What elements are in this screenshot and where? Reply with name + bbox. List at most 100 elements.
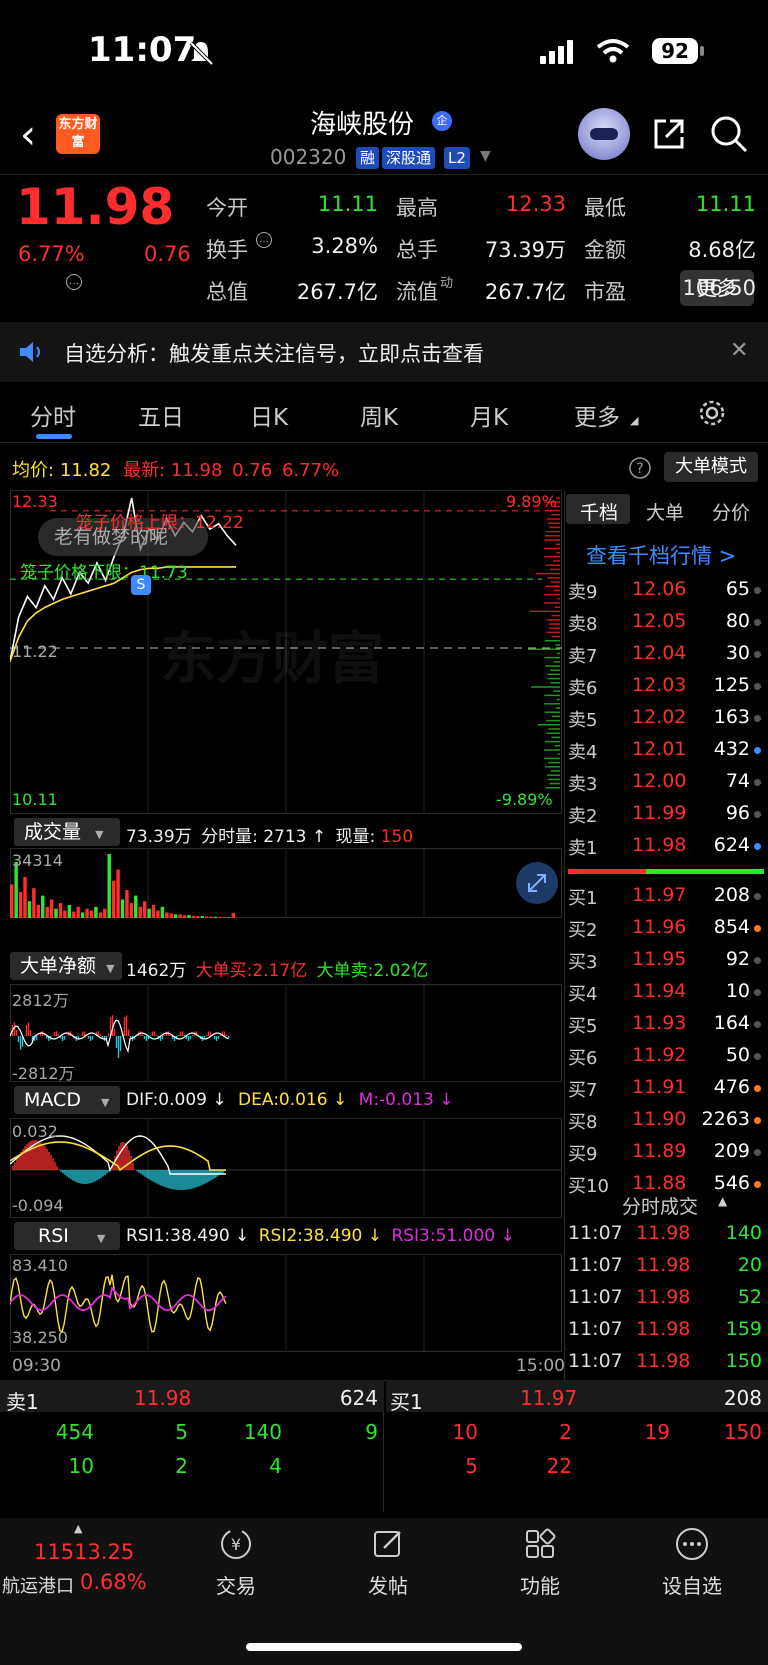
margin-tag: 融: [356, 147, 380, 169]
ob-marker-dot: [754, 747, 761, 754]
trades-title[interactable]: 分时成交: [622, 1192, 698, 1219]
tab-five-day[interactable]: 五日: [138, 398, 184, 432]
volume-bar: [204, 916, 209, 918]
rsi2: RSI2:38.490: [258, 1226, 363, 1246]
volume-bar: [178, 914, 182, 918]
ob-level-label: 买5: [568, 1016, 598, 1037]
index-value[interactable]: 11513.25: [34, 1540, 134, 1564]
tab-price-distribution[interactable]: 分价: [712, 498, 750, 525]
assistant-avatar[interactable]: [578, 108, 630, 160]
net-amount-chart[interactable]: [10, 984, 562, 1082]
macd-chart[interactable]: [10, 1118, 562, 1218]
volume-chart[interactable]: [10, 848, 562, 918]
ob-price: 11.88: [632, 1172, 687, 1194]
quote-field-value: 11.11: [317, 192, 378, 216]
signal-icon: [540, 40, 573, 64]
nav-trade[interactable]: 交易: [186, 1570, 286, 1599]
settings-gear-icon[interactable]: [696, 397, 728, 429]
macd-bottom-label: -0.094: [12, 1196, 64, 1215]
change-percent: 6.77%: [18, 242, 85, 266]
quote-field-label: 今开: [206, 196, 248, 220]
ob-price: 11.91: [632, 1076, 687, 1098]
current-volume-label: 现量:: [335, 827, 376, 847]
tab-daily-k[interactable]: 日K: [250, 398, 288, 432]
tab-intraday[interactable]: 分时: [30, 398, 76, 432]
dropdown-caret-icon[interactable]: ▼: [480, 148, 491, 164]
status-bar: 11:07 92: [0, 0, 768, 100]
ob-volume: 2263: [701, 1108, 750, 1130]
volume-bar: [125, 890, 129, 918]
nav-post[interactable]: 发帖: [338, 1570, 438, 1599]
quote-field-label: 总值: [206, 280, 248, 304]
tab-weekly-k[interactable]: 周K: [360, 398, 398, 432]
tab-monthly-k[interactable]: 月K: [470, 398, 508, 432]
ob-level-label: 买2: [568, 920, 598, 941]
ob-price: 11.93: [632, 1012, 687, 1034]
index-pct[interactable]: 0.68%: [80, 1570, 147, 1594]
expand-icon[interactable]: [516, 862, 558, 904]
wifi-icon: [596, 39, 630, 63]
volume-bar: [94, 906, 98, 918]
help-icon[interactable]: ?: [628, 456, 652, 480]
notice-text[interactable]: 自选分析：触发重点关注信号，立即点击查看: [64, 338, 484, 368]
volume-bar: [227, 917, 231, 918]
trade-time: 11:07: [568, 1222, 623, 1244]
tab-more[interactable]: 更多: [574, 398, 620, 432]
volume-bar: [151, 904, 156, 918]
ob-volume: 854: [713, 916, 750, 938]
sell-queue-cell: 10: [68, 1454, 94, 1478]
ob-marker-dot: [754, 1085, 761, 1092]
current-volume: 150: [380, 827, 414, 847]
volume-indicator-select[interactable]: 成交量 ▼: [14, 818, 120, 846]
volume-bar: [10, 884, 14, 918]
change-amount: 0.76: [144, 242, 191, 266]
sell-queue-cell: 140: [243, 1420, 282, 1444]
divider: [383, 1412, 384, 1512]
nav-function[interactable]: 功能: [490, 1570, 590, 1599]
quote-field-label: 最低: [584, 196, 626, 220]
function-grid-icon[interactable]: [522, 1526, 558, 1562]
quote-field-label: 流值: [396, 280, 438, 304]
info-icon[interactable]: …: [256, 232, 272, 248]
index-name[interactable]: 航运港口: [2, 1572, 74, 1598]
start-time-label: 09:30: [12, 1356, 61, 1376]
volume-bar: [67, 904, 72, 918]
chevron-up-icon[interactable]: ▲: [718, 1194, 727, 1208]
big-order-mode-button[interactable]: 大单模式: [664, 452, 758, 482]
close-icon[interactable]: ✕: [730, 338, 748, 363]
volume-bar: [14, 862, 18, 918]
ob-marker-dot: [754, 811, 761, 818]
rsi-indicator-select[interactable]: RSI ▼: [14, 1222, 120, 1250]
macd-indicator-select[interactable]: MACD ▼: [14, 1086, 120, 1114]
buy-queue-cell: 150: [723, 1420, 762, 1444]
rsi-chart[interactable]: [10, 1254, 562, 1352]
net-indicator-select[interactable]: 大单净额 ▼: [10, 952, 122, 980]
ob-price: 11.96: [632, 916, 687, 938]
view-depth-link[interactable]: 查看千档行情 >: [586, 540, 736, 570]
net-indicator-label: 大单净额: [20, 955, 97, 977]
volume-bar: [165, 912, 169, 918]
sum-sell-price: 11.98: [134, 1386, 192, 1410]
mute-bell-icon: [189, 41, 214, 66]
share-icon[interactable]: [652, 117, 686, 151]
more-dots-icon[interactable]: [674, 1526, 710, 1562]
buy-queue-cell: 2: [559, 1420, 572, 1444]
info-icon[interactable]: …: [66, 274, 82, 290]
macd-dea: DEA:0.016: [238, 1090, 328, 1110]
search-icon[interactable]: [710, 115, 748, 153]
sum-buy-label: 买1: [390, 1390, 423, 1414]
trade-yen-icon[interactable]: ¥: [218, 1526, 254, 1562]
volume-bar: [222, 917, 227, 918]
macd-dif: DIF:0.009: [126, 1090, 207, 1110]
volume-bar: [200, 916, 204, 918]
trade-time: 11:07: [568, 1318, 623, 1340]
tab-big-orders[interactable]: 大单: [646, 498, 684, 525]
back-chevron-icon[interactable]: ‹: [20, 112, 36, 158]
trade-volume: 140: [725, 1222, 762, 1244]
macd-legend: DIF:0.009 ↓ DEA:0.016 ↓ M:-0.013 ↓: [126, 1090, 454, 1110]
sell-signal-marker[interactable]: S: [131, 575, 151, 595]
ob-marker-dot: [754, 1149, 761, 1156]
tab-thousand-levels[interactable]: 千档: [580, 498, 618, 525]
nav-add-watchlist[interactable]: 设自选: [642, 1570, 742, 1599]
post-edit-icon[interactable]: [370, 1526, 406, 1562]
